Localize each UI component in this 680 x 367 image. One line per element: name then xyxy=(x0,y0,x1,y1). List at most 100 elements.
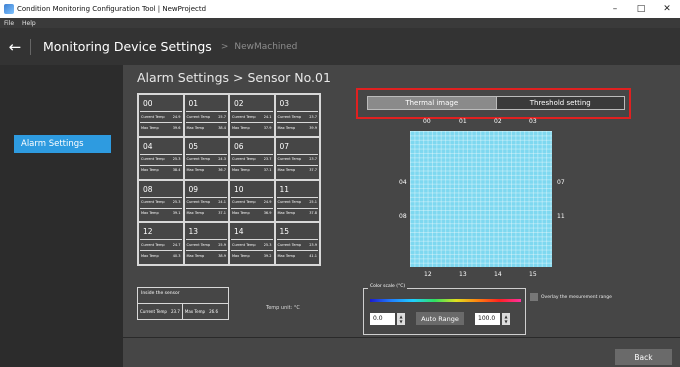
current-temp-value: 25.3 xyxy=(172,157,181,162)
app-icon xyxy=(4,4,14,14)
overlay-checkbox[interactable] xyxy=(530,293,538,301)
sensor-cell[interactable]: 01 Current Temp 25.7 Max Temp 38.4 xyxy=(183,94,229,137)
sensor-cell[interactable]: 07 Current Temp 23.7 Max Temp 37.7 xyxy=(274,136,320,180)
scale-max-stepper[interactable]: ▲ ▼ xyxy=(502,312,510,325)
tab-highlight-box: Thermal image Threshold setting xyxy=(356,88,631,119)
sensor-id: 13 xyxy=(188,227,199,237)
sidebar-item-alarm-settings[interactable]: Alarm Settings xyxy=(14,135,111,153)
col-label-02: 02 xyxy=(494,118,502,125)
max-temp-value: 36.9 xyxy=(263,211,272,215)
auto-range-button[interactable]: Auto Range xyxy=(416,312,464,325)
header-divider xyxy=(30,38,31,55)
sensor-cell[interactable]: 10 Current Temp 24.9 Max Temp 36.9 xyxy=(229,179,275,223)
max-temp-row: Max Temp 40.3 xyxy=(140,250,182,260)
maximize-button[interactable]: □ xyxy=(628,0,654,18)
breadcrumb[interactable]: NewMachined xyxy=(234,42,297,52)
bottom-label-14: 14 xyxy=(494,271,502,278)
max-temp-row: Max Temp 36.9 xyxy=(231,207,273,218)
page-title: Alarm Settings > Sensor No.01 xyxy=(137,70,331,85)
chevron-down-icon[interactable]: ▼ xyxy=(504,319,507,324)
current-temp-value: 23.7 xyxy=(263,157,272,162)
current-temp-value: 24.7 xyxy=(172,242,181,247)
sensor-id: 15 xyxy=(279,227,290,237)
max-temp-label: Max Temp xyxy=(232,168,250,173)
sensor-cell[interactable]: 13 Current Temp 25.9 Max Temp 38.9 xyxy=(183,222,229,265)
col-label-01: 01 xyxy=(459,118,467,125)
max-temp-row: Max Temp 36.7 xyxy=(185,164,227,175)
tab-thermal-image[interactable]: Thermal image xyxy=(368,97,496,109)
current-temp-row: Current Temp 24.3 xyxy=(185,153,227,164)
current-temp-value: 23.7 xyxy=(309,157,317,162)
sensor-cell[interactable]: 03 Current Temp 23.7 Max Temp 39.9 xyxy=(274,94,320,137)
sensor-cell[interactable]: 04 Current Temp 25.3 Max Temp 38.4 xyxy=(138,136,184,180)
inside-sensor-label: Inside the sensor xyxy=(141,291,180,296)
close-button[interactable]: ✕ xyxy=(654,0,680,18)
max-temp-label: Max Temp xyxy=(277,211,296,215)
sensor-cell[interactable]: 02 Current Temp 24.1 Max Temp 37.9 xyxy=(229,94,275,137)
sensor-cell[interactable]: 05 Current Temp 24.3 Max Temp 36.7 xyxy=(183,136,229,180)
max-temp-label: Max Temp xyxy=(186,168,205,173)
color-scale-gradient xyxy=(370,299,521,302)
sensor-cell[interactable]: 15 Current Temp 23.9 Max Temp 41.1 xyxy=(274,222,320,265)
overlay-range-option[interactable]: Overlay the mesurement range xyxy=(530,293,612,301)
sensor-id: 09 xyxy=(188,184,199,194)
row-label-08: 08 xyxy=(399,213,407,220)
max-temp-value: 39.1 xyxy=(172,211,181,215)
sensor-cell[interactable]: 08 Current Temp 25.3 Max Temp 39.1 xyxy=(138,179,184,223)
inside-sensor-row: Current Temp 23.7 Max Temp 26.6 xyxy=(138,303,228,320)
main-panel: Alarm Settings > Sensor No.01 00 Current … xyxy=(123,65,680,367)
sensor-id: 10 xyxy=(234,184,244,194)
scale-min-stepper[interactable]: ▲ ▼ xyxy=(397,312,405,325)
max-temp-row: Max Temp 38.4 xyxy=(185,122,227,132)
inside-current-value: 23.7 xyxy=(170,309,180,314)
max-temp-label: Max Temp xyxy=(141,168,159,173)
sensor-cell[interactable]: 09 Current Temp 24.1 Max Temp 37.1 xyxy=(183,179,229,223)
menu-file[interactable]: File xyxy=(4,20,14,27)
max-temp-row: Max Temp 37.9 xyxy=(231,122,273,132)
sensor-id: 00 xyxy=(143,99,153,108)
menu-help[interactable]: Help xyxy=(22,20,36,27)
max-temp-row: Max Temp 37.1 xyxy=(185,207,227,218)
sensor-cell[interactable]: 14 Current Temp 25.3 Max Temp 39.2 xyxy=(229,222,275,265)
arrow-left-icon[interactable]: ← xyxy=(0,38,30,56)
current-temp-label: Current Temp xyxy=(232,114,256,119)
current-temp-row: Current Temp 23.7 xyxy=(276,111,318,121)
sensor-id: 11 xyxy=(279,184,290,194)
row-label-07: 07 xyxy=(557,179,565,186)
max-temp-label: Max Temp xyxy=(277,253,296,258)
current-temp-value: 24.9 xyxy=(263,200,272,204)
current-temp-row: Current Temp 23.9 xyxy=(276,239,318,249)
current-temp-row: Current Temp 25.3 xyxy=(140,196,182,207)
max-temp-value: 39.9 xyxy=(309,125,317,130)
current-temp-label: Current Temp xyxy=(141,200,165,204)
max-temp-label: Max Temp xyxy=(277,168,296,173)
max-temp-value: 37.7 xyxy=(309,168,317,173)
current-temp-label: Current Temp xyxy=(277,242,302,247)
current-temp-value: 25.9 xyxy=(218,242,226,247)
max-temp-label: Max Temp xyxy=(232,253,250,258)
sensor-cell[interactable]: 12 Current Temp 24.7 Max Temp 40.3 xyxy=(138,222,184,265)
footer-divider xyxy=(123,337,680,338)
scale-min-input[interactable]: 0.0 xyxy=(370,312,395,325)
sensor-cell[interactable]: 00 Current Temp 24.9 Max Temp 39.6 xyxy=(138,94,184,137)
current-temp-row: Current Temp 24.9 xyxy=(231,196,273,207)
scale-max-input[interactable]: 100.0 xyxy=(475,312,500,325)
current-temp-value: 24.9 xyxy=(172,114,181,119)
current-temp-label: Current Temp xyxy=(277,200,302,204)
max-temp-row: Max Temp 39.2 xyxy=(231,250,273,260)
current-temp-label: Current Temp xyxy=(232,242,256,247)
row-label-04: 04 xyxy=(399,179,407,186)
current-temp-value: 24.1 xyxy=(263,114,272,119)
max-temp-label: Max Temp xyxy=(186,211,205,215)
max-temp-label: Max Temp xyxy=(141,253,159,258)
minimize-button[interactable]: – xyxy=(602,0,628,18)
max-temp-row: Max Temp 39.9 xyxy=(276,122,318,132)
chevron-down-icon[interactable]: ▼ xyxy=(399,319,402,324)
back-button[interactable]: Back xyxy=(615,349,672,365)
sidebar: Alarm Settings xyxy=(0,65,123,367)
sensor-cell[interactable]: 06 Current Temp 23.7 Max Temp 37.1 xyxy=(229,136,275,180)
max-temp-label: Max Temp xyxy=(232,211,250,215)
tab-threshold-setting[interactable]: Threshold setting xyxy=(495,97,624,109)
sensor-cell[interactable]: 11 Current Temp 25.1 Max Temp 37.8 xyxy=(274,179,320,223)
current-temp-value: 24.3 xyxy=(218,157,226,162)
